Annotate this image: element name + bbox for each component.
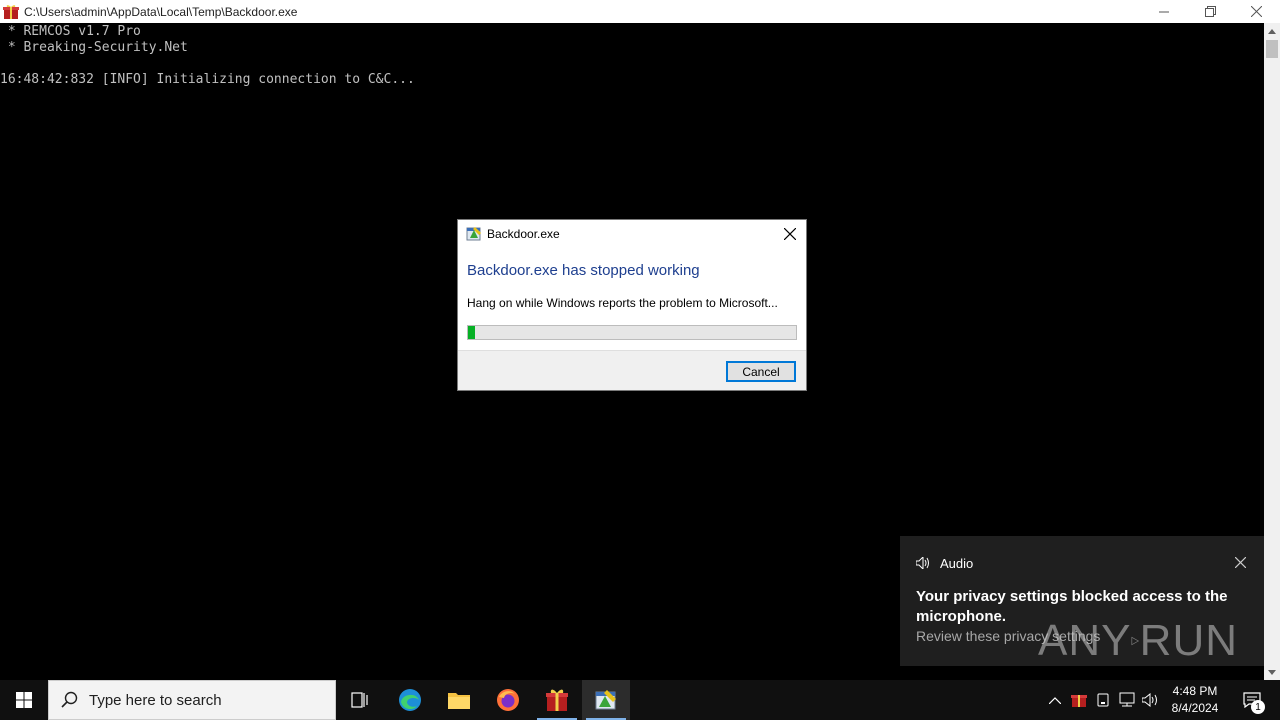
taskbar: Type here to search 4:48 PM 8/4/2024 1 xyxy=(0,680,1280,720)
tray-network[interactable] xyxy=(1116,680,1138,720)
device-icon xyxy=(1097,693,1109,707)
app-window-icon xyxy=(466,226,482,242)
toast-app-header: Audio xyxy=(916,555,973,571)
notification-count-badge: 1 xyxy=(1251,700,1265,714)
show-hidden-icons-button[interactable] xyxy=(1044,680,1066,720)
watermark-text-left: ANY xyxy=(1038,616,1132,665)
window-title: C:\Users\admin\AppData\Local\Temp\Backdo… xyxy=(24,4,298,19)
start-button[interactable] xyxy=(0,680,48,720)
toast-close-icon[interactable] xyxy=(1232,554,1248,570)
folder-icon xyxy=(448,693,470,709)
restore-button[interactable] xyxy=(1187,0,1233,23)
clock-time: 4:48 PM xyxy=(1172,684,1218,698)
minimize-button[interactable] xyxy=(1141,0,1187,23)
scroll-down-icon[interactable] xyxy=(1264,664,1280,680)
speaker-icon xyxy=(916,555,932,571)
anyrun-watermark: ANY RUN xyxy=(1038,610,1238,672)
taskbar-clock[interactable]: 4:48 PM 8/4/2024 xyxy=(1162,680,1228,720)
taskbar-search-box[interactable]: Type here to search xyxy=(48,680,336,720)
taskbar-firefox[interactable] xyxy=(484,680,532,720)
console-titlebar[interactable]: C:\Users\admin\AppData\Local\Temp\Backdo… xyxy=(0,0,1280,23)
dialog-footer: Cancel xyxy=(458,350,806,390)
taskbar-edge[interactable] xyxy=(386,680,434,720)
action-center-button[interactable]: 1 xyxy=(1232,680,1272,720)
speaker-icon xyxy=(1142,693,1157,707)
taskbar-file-explorer[interactable] xyxy=(435,680,483,720)
toast-app-name: Audio xyxy=(940,555,974,571)
firefox-icon xyxy=(497,689,519,711)
task-view-icon xyxy=(351,692,368,708)
scroll-up-icon[interactable] xyxy=(1264,23,1280,39)
taskbar-error-reporting[interactable] xyxy=(582,680,630,720)
dialog-heading: Backdoor.exe has stopped working xyxy=(467,262,700,279)
close-button[interactable] xyxy=(1233,0,1279,23)
search-placeholder: Type here to search xyxy=(89,691,222,709)
console-scrollbar[interactable] xyxy=(1264,23,1280,680)
dialog-message: Hang on while Windows reports the proble… xyxy=(467,296,778,310)
dialog-titlebar[interactable]: Backdoor.exe xyxy=(458,220,806,248)
error-dialog: Backdoor.exe Backdoor.exe has stopped wo… xyxy=(457,219,807,391)
console-line: * Breaking-Security.Net xyxy=(0,40,188,55)
gift-box-icon xyxy=(1071,695,1087,707)
chevron-up-icon xyxy=(1049,696,1061,704)
progress-fill xyxy=(468,326,475,339)
app-window-icon xyxy=(595,690,616,710)
watermark-text-right: RUN xyxy=(1139,616,1238,665)
gift-box-icon xyxy=(2,3,20,21)
dialog-title: Backdoor.exe xyxy=(487,227,560,241)
cancel-button[interactable]: Cancel xyxy=(726,361,796,382)
clock-date: 8/4/2024 xyxy=(1171,701,1219,715)
scrollbar-thumb[interactable] xyxy=(1266,40,1278,58)
tray-volume[interactable] xyxy=(1140,680,1162,720)
taskbar-backdoor-app[interactable] xyxy=(533,680,581,720)
search-icon xyxy=(61,691,78,708)
windows-logo-icon xyxy=(16,692,32,708)
gift-box-icon xyxy=(546,689,568,711)
tray-network-status[interactable] xyxy=(1092,680,1114,720)
console-line: * REMCOS v1.7 Pro xyxy=(0,24,141,39)
dialog-close-icon[interactable] xyxy=(780,224,800,244)
network-icon xyxy=(1119,692,1135,707)
task-view-button[interactable] xyxy=(336,680,384,720)
edge-browser-icon xyxy=(399,689,421,711)
console-line: 16:48:42:832 [INFO] Initializing connect… xyxy=(0,72,415,87)
tray-backdoor-app[interactable] xyxy=(1068,680,1090,720)
report-progress-bar xyxy=(467,325,797,340)
play-triangle-icon xyxy=(1131,636,1140,646)
